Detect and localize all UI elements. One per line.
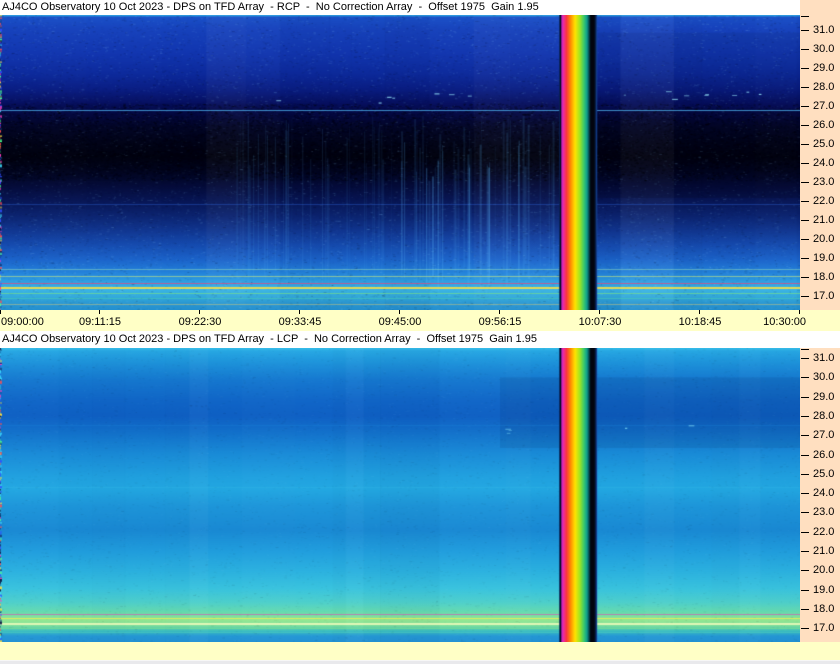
freq-tick	[801, 512, 809, 513]
freq-tick	[801, 377, 809, 378]
freq-label: 17.0	[813, 622, 835, 634]
time-tick	[499, 310, 500, 314]
time-tick	[599, 310, 600, 314]
freq-tick	[801, 87, 809, 88]
freq-tick	[801, 397, 809, 398]
frequency-axis-lcp: 31.0 30.0 29.0 28.0 27.0 26.0 25.0 24.0 23.0 22.0…	[800, 348, 840, 642]
time-label: 09:56:15	[478, 316, 522, 328]
freq-label: 31.0	[813, 24, 835, 36]
freq-tick	[801, 220, 809, 221]
freq-label: 25.0	[813, 138, 835, 150]
freq-tick	[801, 16, 809, 17]
time-tick	[99, 310, 100, 314]
time-label: 10:30:00	[763, 316, 806, 328]
freq-tick	[801, 416, 809, 417]
freq-label: 31.0	[813, 352, 835, 364]
time-tick	[199, 310, 200, 314]
time-label: 09:00:00	[1, 316, 44, 328]
freq-label: 17.0	[813, 290, 835, 302]
freq-tick	[801, 570, 809, 571]
freq-label: 20.0	[813, 233, 835, 245]
freq-tick	[801, 258, 809, 259]
freq-tick	[801, 30, 809, 31]
time-label: 09:22:30	[178, 316, 222, 328]
freq-label: 23.0	[813, 506, 835, 518]
freq-tick	[801, 277, 809, 278]
freq-tick	[801, 493, 809, 494]
freq-tick	[801, 609, 809, 610]
freq-tick	[801, 296, 809, 297]
time-tick	[399, 310, 400, 314]
time-tick	[699, 310, 700, 314]
freq-tick	[801, 628, 809, 629]
time-label: 10:18:45	[678, 316, 722, 328]
freq-label: 29.0	[813, 62, 835, 74]
time-axis: 09:00:00 09:11:15 09:22:30 09:33:45 09:45:00…	[0, 310, 840, 331]
rcp-panel-title: AJ4CO Observatory 10 Oct 2023 - DPS on T…	[0, 0, 800, 15]
freq-label: 21.0	[813, 214, 835, 226]
freq-label: 19.0	[813, 584, 835, 596]
freq-label: 23.0	[813, 176, 835, 188]
window-footer-strip	[0, 660, 840, 664]
freq-tick	[801, 106, 809, 107]
freq-label: 25.0	[813, 468, 835, 480]
freq-label: 20.0	[813, 564, 835, 576]
freq-label: 19.0	[813, 252, 835, 264]
frequency-axis-rcp: 31.0 30.0 29.0 28.0 27.0 26.0 25.0 24.0 23.0 22.0…	[800, 15, 840, 310]
freq-label: 22.0	[813, 526, 835, 538]
freq-label: 30.0	[813, 43, 835, 55]
freq-label: 26.0	[813, 449, 835, 461]
freq-label: 29.0	[813, 391, 835, 403]
rcp-spectrogram	[0, 15, 800, 310]
freq-tick	[801, 532, 809, 533]
freq-label: 18.0	[813, 603, 835, 615]
time-label: 09:45:00	[378, 316, 422, 328]
time-label: 09:11:15	[78, 316, 122, 328]
freq-label: 26.0	[813, 119, 835, 131]
freq-tick	[801, 125, 809, 126]
freq-label: 24.0	[813, 157, 835, 169]
freq-tick	[801, 68, 809, 69]
freq-tick	[801, 590, 809, 591]
freq-label: 28.0	[813, 410, 835, 422]
freq-tick	[801, 474, 809, 475]
freq-tick	[801, 349, 809, 350]
freq-label: 22.0	[813, 195, 835, 207]
time-tick	[299, 310, 300, 314]
time-label: 09:33:45	[278, 316, 322, 328]
freq-tick	[801, 163, 809, 164]
freq-label: 18.0	[813, 271, 835, 283]
freq-tick	[801, 182, 809, 183]
freq-tick	[801, 435, 809, 436]
freq-label: 27.0	[813, 429, 835, 441]
spectrograph-window: AJ4CO Observatory 10 Oct 2023 - DPS on T…	[0, 0, 840, 664]
freq-label: 28.0	[813, 81, 835, 93]
freq-tick	[801, 358, 809, 359]
freq-tick	[801, 144, 809, 145]
freq-tick	[801, 239, 809, 240]
freq-label: 30.0	[813, 371, 835, 383]
time-label: 10:07:30	[578, 316, 622, 328]
freq-tick	[801, 49, 809, 50]
freq-label: 24.0	[813, 487, 835, 499]
freq-tick	[801, 201, 809, 202]
lcp-panel-title: AJ4CO Observatory 10 Oct 2023 - DPS on T…	[0, 331, 840, 348]
lcp-spectrogram	[0, 348, 800, 642]
bottom-axis-strip	[0, 642, 840, 660]
freq-tick	[801, 455, 809, 456]
time-tick	[0, 310, 1, 314]
time-tick	[799, 310, 800, 314]
freq-label: 21.0	[813, 545, 835, 557]
freq-tick	[801, 551, 809, 552]
freq-label: 27.0	[813, 100, 835, 112]
